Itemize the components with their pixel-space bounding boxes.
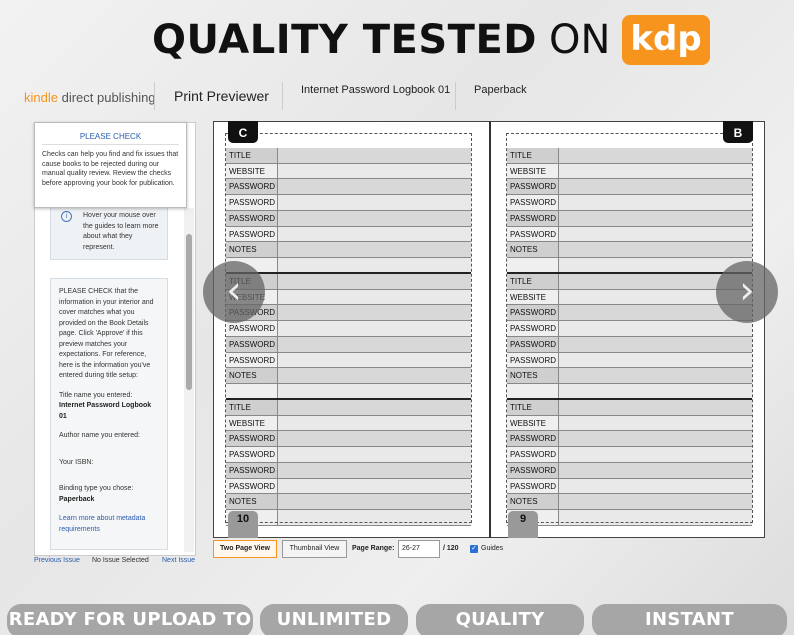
right-page-number: 9 [508,511,538,538]
quality-tested-pill: QUALITY TESTED [416,604,584,635]
author-label: Author name you entered: [59,432,140,439]
header-divider [154,82,155,110]
next-page-button[interactable]: › [716,261,778,323]
binding-label: Binding type you chose: [59,485,134,492]
unlimited-use-pill: UNLIMITED USE [260,604,408,635]
previewer-header: kindle direct publishing Print Previewer… [0,76,794,120]
thumbnail-view-button[interactable]: Thumbnail View [282,540,347,558]
kdp-logo-kindle: kindle [24,90,58,105]
binding-value: Paperback [59,495,95,503]
banner-title-on: ON [549,17,611,63]
record-row-divider [507,524,752,526]
book-spine [489,121,491,538]
kdp-logo: kindle direct publishing [24,90,156,105]
isbn-label: Your ISBN: [59,458,94,466]
right-page-guide [506,133,753,523]
record-row-divider [226,524,471,526]
book-format: Paperback [474,84,527,96]
kdp-logo-rest: direct publishing [61,90,156,105]
guides-checkbox[interactable]: ✓ [470,545,478,553]
previewer-title: Print Previewer [174,88,269,104]
instant-download-pill: INSTANT DOWNLOAD [592,604,787,635]
title-label: Title name you entered: [59,391,133,399]
kdp-badge-logo: kdp [622,15,710,65]
no-issue-selected: No Issue Selected [92,557,149,564]
guides-hint-text: Hover your mouse over the guides to lear… [83,212,159,251]
left-page-guide [225,133,472,523]
title-value: Internet Password Logbook 01 [59,402,152,420]
sidebar-scrollbar-thumb[interactable] [186,234,192,390]
banner-title-bold: QUALITY TESTED [152,17,537,63]
please-check-tooltip: PLEASE CHECK Checks can help you find an… [34,122,187,208]
left-page-tab: C [228,121,258,143]
metadata-link[interactable]: Learn more about metadata requirements [59,514,159,535]
details-intro: PLEASE CHECK that the information in you… [59,288,154,379]
book-details-check: PLEASE CHECK that the information in you… [50,278,168,550]
next-issue-link[interactable]: Next Issue [162,557,195,564]
please-check-title: PLEASE CHECK [42,127,179,145]
book-title: Internet Password Logbook 01 [301,84,451,96]
guides-label: Guides [481,545,504,552]
page-total: / 120 [443,545,459,552]
ready-for-upload-pill: READY FOR UPLOAD TO KDP [7,604,253,635]
header-divider [282,82,283,110]
page-range-input[interactable]: 26-27 [398,540,440,558]
left-page-number: 10 [228,511,258,538]
banner-title: QUALITY TESTED ON kdp [152,14,710,66]
please-check-body: Checks can help you find and fix issues … [42,151,179,187]
previous-page-button[interactable]: ‹ [203,261,265,323]
info-icon: i [61,211,72,222]
two-page-view-button[interactable]: Two Page View [213,540,277,558]
page-range-label: Page Range: [352,545,395,552]
right-page-tab: B [723,121,753,143]
header-divider [455,82,456,110]
previous-issue-link[interactable]: Previous Issue [34,557,80,564]
